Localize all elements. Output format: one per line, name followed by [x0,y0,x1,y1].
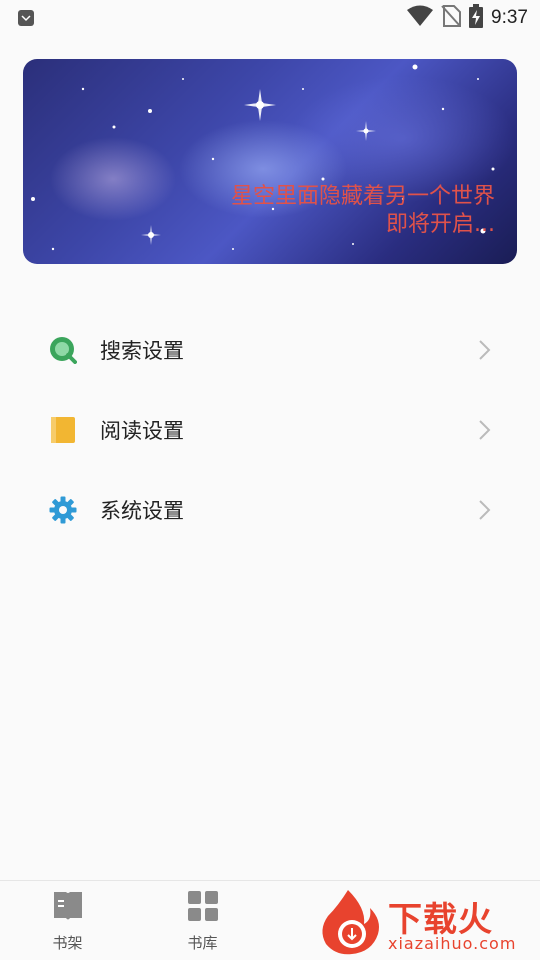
system-settings-item[interactable]: 系统设置 [0,470,540,550]
no-sim-icon [441,5,462,31]
nav-bookshelf-label: 书架 [52,934,83,952]
chevron-right-icon [476,419,492,441]
nav-library-label: 书库 [187,934,218,952]
status-bar: 9:37 [0,0,540,36]
book-icon [48,415,78,445]
settings-menu: 搜索设置 阅读设置 系统设置 [0,310,540,550]
status-time: 9:37 [491,7,528,28]
search-icon [48,335,78,365]
watermark-logo: 下载火 xiazaihuo.com [318,886,540,960]
library-grid-icon [187,890,219,926]
chevron-right-icon [476,499,492,521]
chevron-right-icon [476,339,492,361]
app-notification-icon [18,10,34,26]
gear-icon [48,495,78,525]
reading-settings-label: 阅读设置 [100,419,184,443]
flame-logo-icon [322,890,379,955]
starry-banner[interactable]: 星空里面隐藏着另一个世界 即将开启... [23,59,517,264]
search-settings-item[interactable]: 搜索设置 [0,310,540,390]
system-settings-label: 系统设置 [100,499,184,523]
battery-charging-icon [469,4,484,32]
banner-tagline-line2: 即将开启... [386,212,495,237]
bookshelf-icon [52,890,84,926]
banner-tagline-line1: 星空里面隐藏着另一个世界 [230,184,495,209]
watermark-subtitle: xiazaihuo.com [388,934,517,953]
wifi-icon [407,5,434,31]
nav-bookshelf[interactable]: 书架 [0,881,135,960]
reading-settings-item[interactable]: 阅读设置 [0,390,540,470]
search-settings-label: 搜索设置 [100,339,184,363]
nav-library[interactable]: 书库 [135,881,270,960]
